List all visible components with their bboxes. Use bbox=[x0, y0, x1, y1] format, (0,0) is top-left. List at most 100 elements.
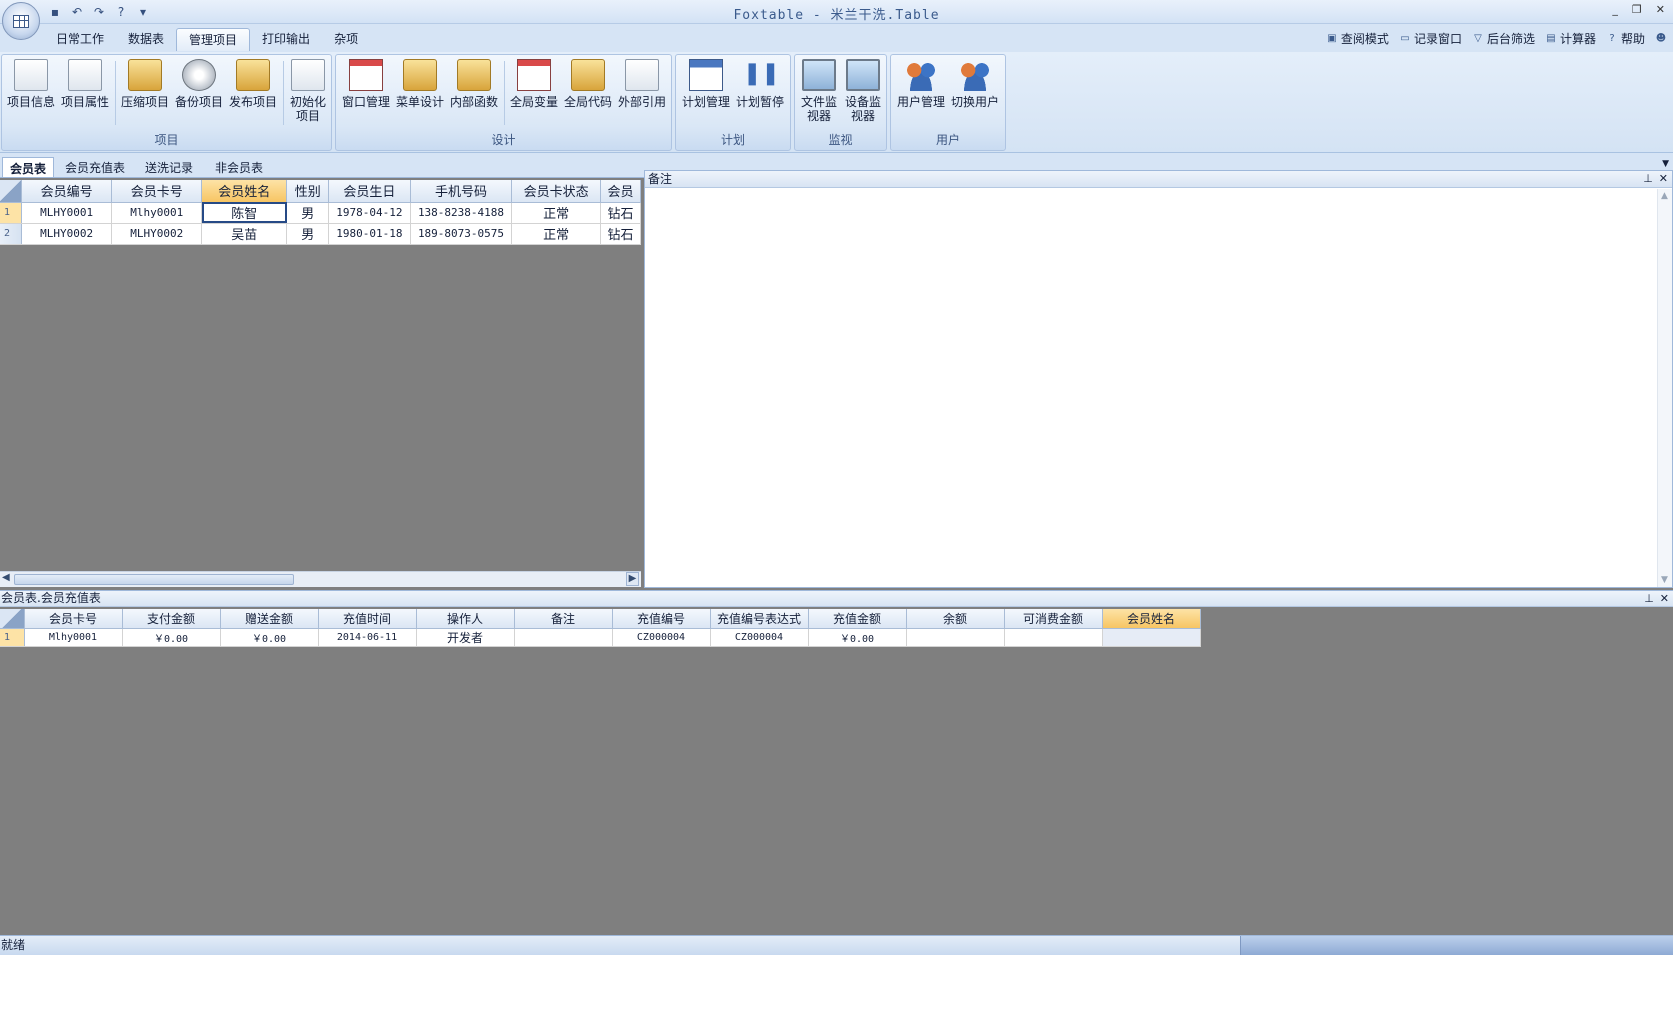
table-cell[interactable] bbox=[906, 628, 1005, 647]
tab-misc[interactable]: 杂项 bbox=[322, 28, 370, 51]
table-cell[interactable]: 138-8238-4188 bbox=[410, 202, 513, 224]
compress-project-button[interactable]: 压缩项目 bbox=[119, 59, 171, 109]
tab-print-output[interactable]: 打印输出 bbox=[250, 28, 322, 51]
device-monitor-button[interactable]: 设备监视器 bbox=[841, 59, 885, 123]
tab-member-recharge[interactable]: 会员充值表 bbox=[58, 157, 132, 177]
global-code-button[interactable]: 全局代码 bbox=[562, 59, 614, 109]
tab-non-member[interactable]: 非会员表 bbox=[208, 157, 270, 177]
column-header[interactable]: 会员卡状态 bbox=[511, 180, 601, 203]
tab-list-dropdown-icon[interactable]: ▼ bbox=[1662, 159, 1669, 169]
table-cell[interactable] bbox=[514, 628, 613, 647]
column-header[interactable]: 会员生日 bbox=[328, 180, 411, 203]
table-cell[interactable]: Mlhy0001 bbox=[24, 628, 123, 647]
plan-pause-button[interactable]: ❚❚ 计划暂停 bbox=[734, 59, 786, 109]
close-icon[interactable]: ✕ bbox=[1659, 171, 1668, 187]
row-header[interactable]: 1 bbox=[0, 628, 25, 647]
column-header[interactable]: 可消费金额 bbox=[1004, 609, 1103, 629]
view-mode-link[interactable]: ▣ 查阅模式 bbox=[1326, 30, 1389, 47]
record-window-link[interactable]: ▭ 记录窗口 bbox=[1399, 30, 1462, 47]
table-cell[interactable]: 钻石 bbox=[600, 223, 641, 245]
column-header[interactable]: 备注 bbox=[514, 609, 613, 629]
column-header[interactable]: 充值金额 bbox=[808, 609, 907, 629]
external-reference-button[interactable]: 外部引用 bbox=[616, 59, 668, 109]
column-header-selected[interactable]: 会员姓名 bbox=[201, 180, 288, 203]
table-cell[interactable]: 正常 bbox=[511, 202, 601, 224]
select-all-corner[interactable] bbox=[0, 180, 22, 203]
tab-daily-work[interactable]: 日常工作 bbox=[44, 28, 116, 51]
row-header[interactable]: 1 bbox=[0, 202, 22, 224]
column-header[interactable]: 充值时间 bbox=[318, 609, 417, 629]
initialize-project-button[interactable]: 初始化项目 bbox=[286, 59, 330, 123]
table-cell[interactable]: ￥0.00 bbox=[122, 628, 221, 647]
scroll-left-icon[interactable]: ◀ bbox=[2, 572, 10, 583]
table-row[interactable]: 1 Mlhy0001 ￥0.00 ￥0.00 2014-06-11 开发者 CZ… bbox=[0, 628, 1201, 647]
table-cell[interactable]: 开发者 bbox=[416, 628, 515, 647]
user-manage-button[interactable]: 用户管理 bbox=[895, 59, 947, 109]
table-cell[interactable]: 2014-06-11 bbox=[318, 628, 417, 647]
table-cell[interactable]: 男 bbox=[286, 202, 330, 224]
table-cell[interactable]: ￥0.00 bbox=[220, 628, 319, 647]
note-vertical-scrollbar[interactable]: ▲ ▼ bbox=[1657, 189, 1672, 587]
project-properties-button[interactable]: 项目属性 bbox=[59, 59, 111, 109]
table-cell[interactable]: ￥0.00 bbox=[808, 628, 907, 647]
column-header[interactable]: 操作人 bbox=[416, 609, 515, 629]
table-cell[interactable]: 男 bbox=[286, 223, 330, 245]
column-header[interactable]: 支付金额 bbox=[122, 609, 221, 629]
project-info-button[interactable]: 项目信息 bbox=[5, 59, 57, 109]
scroll-down-icon[interactable]: ▼ bbox=[1661, 575, 1668, 585]
table-cell[interactable]: MLHY0002 bbox=[21, 223, 113, 245]
table-cell[interactable]: 1980-01-18 bbox=[328, 223, 411, 245]
table-cell[interactable]: Mlhy0001 bbox=[111, 202, 203, 224]
menu-design-button[interactable]: 菜单设计 bbox=[394, 59, 446, 109]
restore-button[interactable]: ❐ bbox=[1632, 3, 1642, 16]
table-cell[interactable]: 189-8073-0575 bbox=[410, 223, 513, 245]
minimize-button[interactable]: _ bbox=[1612, 3, 1618, 16]
table-cell[interactable]: 正常 bbox=[511, 223, 601, 245]
background-filter-link[interactable]: ▽ 后台筛选 bbox=[1472, 30, 1535, 47]
column-header[interactable]: 会员卡号 bbox=[24, 609, 123, 629]
scroll-right-icon[interactable]: ▶ bbox=[626, 572, 639, 586]
table-cell[interactable]: MLHY0002 bbox=[111, 223, 203, 245]
table-cell[interactable]: CZ000004 bbox=[710, 628, 809, 647]
column-header[interactable]: 充值编号表达式 bbox=[710, 609, 809, 629]
file-monitor-button[interactable]: 文件监视器 bbox=[797, 59, 841, 123]
close-button[interactable]: ✕ bbox=[1656, 3, 1665, 16]
row-header[interactable]: 2 bbox=[0, 223, 22, 245]
scroll-up-icon[interactable]: ▲ bbox=[1661, 191, 1668, 201]
column-header[interactable]: 赠送金额 bbox=[220, 609, 319, 629]
column-header[interactable]: 余额 bbox=[906, 609, 1005, 629]
select-all-corner[interactable] bbox=[0, 609, 25, 629]
table-cell[interactable] bbox=[1004, 628, 1103, 647]
column-header[interactable]: 会员卡号 bbox=[111, 180, 203, 203]
column-header[interactable]: 会员 bbox=[600, 180, 641, 203]
tab-data-table[interactable]: 数据表 bbox=[116, 28, 176, 51]
calculator-link[interactable]: ▤ 计算器 bbox=[1545, 30, 1596, 47]
table-cell[interactable]: MLHY0001 bbox=[21, 202, 113, 224]
backup-project-button[interactable]: 备份项目 bbox=[173, 59, 225, 109]
publish-project-button[interactable]: 发布项目 bbox=[227, 59, 279, 109]
global-variable-button[interactable]: 全局变量 bbox=[508, 59, 560, 109]
internal-function-button[interactable]: 内部函数 bbox=[448, 59, 500, 109]
column-header-selected[interactable]: 会员姓名 bbox=[1102, 609, 1201, 629]
switch-user-button[interactable]: 切换用户 bbox=[949, 59, 1001, 109]
horizontal-scrollbar[interactable]: ◀ ▶ bbox=[0, 571, 641, 587]
table-cell[interactable] bbox=[1102, 628, 1201, 647]
window-manage-button[interactable]: 窗口管理 bbox=[340, 59, 392, 109]
column-header[interactable]: 会员编号 bbox=[21, 180, 113, 203]
table-cell[interactable]: 吴苗 bbox=[201, 223, 288, 245]
table-cell[interactable]: 1978-04-12 bbox=[328, 202, 411, 224]
plan-manage-button[interactable]: 计划管理 bbox=[680, 59, 732, 109]
column-header[interactable]: 充值编号 bbox=[612, 609, 711, 629]
column-header[interactable]: 手机号码 bbox=[410, 180, 513, 203]
table-cell[interactable]: CZ000004 bbox=[612, 628, 711, 647]
user-avatar-icon[interactable]: ☻ bbox=[1655, 30, 1667, 47]
close-icon[interactable]: ✕ bbox=[1660, 591, 1669, 606]
tab-wash-records[interactable]: 送洗记录 bbox=[138, 157, 200, 177]
help-link[interactable]: ? 帮助 bbox=[1606, 30, 1645, 47]
table-row[interactable]: 1 MLHY0001 Mlhy0001 陈智 男 1978-04-12 138-… bbox=[0, 202, 641, 224]
column-header[interactable]: 性别 bbox=[286, 180, 330, 203]
scrollbar-thumb[interactable] bbox=[14, 574, 294, 585]
table-row[interactable]: 2 MLHY0002 MLHY0002 吴苗 男 1980-01-18 189-… bbox=[0, 223, 641, 245]
application-menu-button[interactable] bbox=[2, 2, 40, 40]
table-cell-focused[interactable]: 陈智 bbox=[201, 202, 288, 224]
